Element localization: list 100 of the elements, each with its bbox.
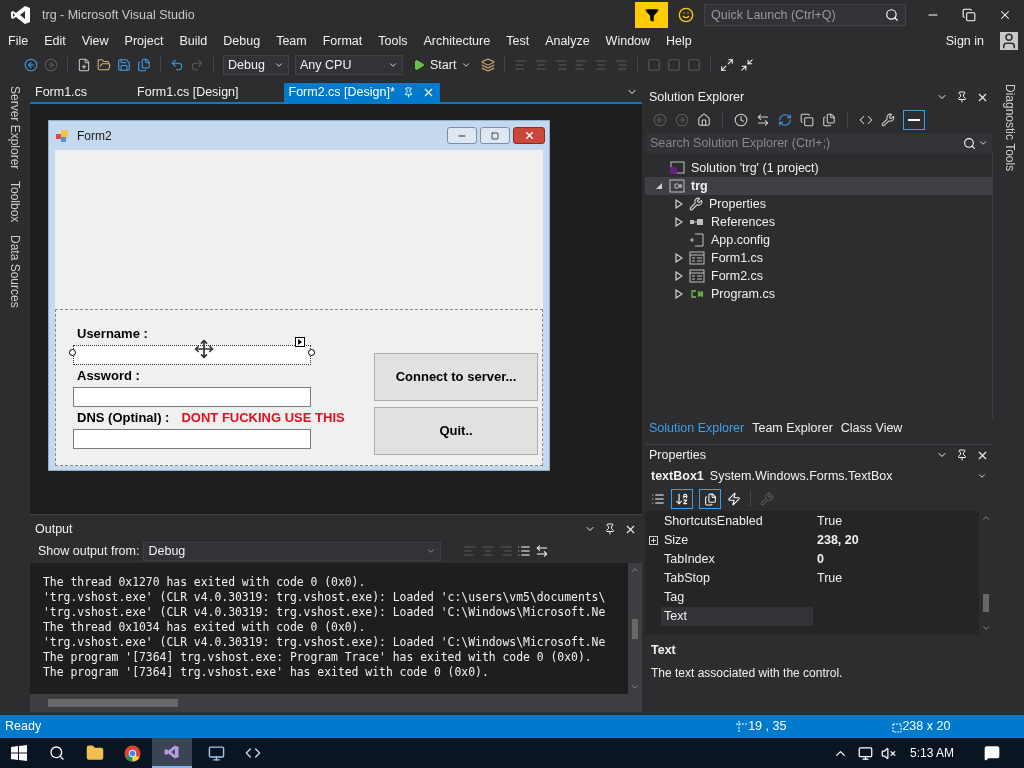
new-file-icon[interactable] <box>77 58 91 72</box>
menu-item[interactable]: File <box>0 31 37 51</box>
side-tab[interactable]: Server Explorer <box>6 86 24 170</box>
side-tab[interactable]: Data Sources <box>6 234 24 308</box>
menu-item[interactable]: Architecture <box>415 31 499 51</box>
browser-icon[interactable] <box>124 744 141 762</box>
open-folder-icon[interactable] <box>97 58 111 72</box>
save-all-icon[interactable] <box>137 58 151 72</box>
home-icon[interactable] <box>697 113 711 127</box>
menu-item[interactable]: Debug <box>215 31 269 51</box>
notification-icon[interactable] <box>984 745 1000 761</box>
categorized-icon[interactable] <box>651 492 665 506</box>
pin-icon[interactable] <box>604 523 616 535</box>
panel-tab[interactable]: Solution Explorer <box>645 419 749 437</box>
menu-item[interactable]: Build <box>171 31 216 51</box>
menu-item[interactable]: Project <box>116 31 172 51</box>
scroll-down-icon[interactable] <box>981 623 991 633</box>
start-button[interactable]: Start <box>409 55 476 75</box>
scrollbar-thumb[interactable] <box>632 618 638 639</box>
side-tab[interactable]: Toolbox <box>6 181 24 223</box>
mute-icon[interactable] <box>880 745 896 761</box>
tree-item[interactable]: Properties <box>645 195 992 213</box>
account-icon[interactable] <box>1000 32 1018 50</box>
refresh-icon[interactable] <box>778 113 792 127</box>
monitor-icon[interactable] <box>208 744 225 762</box>
menu-item[interactable]: Tools <box>370 31 416 51</box>
events-icon[interactable] <box>727 492 741 506</box>
tree-item[interactable]: Form1.cs <box>645 249 992 267</box>
document-tab[interactable]: Form1.cs <box>30 83 93 102</box>
back-icon[interactable] <box>24 58 38 72</box>
menu-item[interactable]: Edit <box>36 31 74 51</box>
properties-view-icon[interactable] <box>699 489 721 509</box>
windows-start-icon[interactable] <box>11 745 27 761</box>
clear-all-icon[interactable] <box>517 544 532 558</box>
tree-item[interactable]: References <box>645 213 992 231</box>
expand-icon[interactable] <box>648 536 658 545</box>
show-all-files-icon[interactable] <box>822 113 836 127</box>
tree-item[interactable]: Program.cs <box>645 285 992 303</box>
document-tab[interactable]: Form2.cs [Design]* <box>283 83 440 102</box>
smart-tag-icon[interactable] <box>295 337 305 347</box>
restore-icon[interactable] <box>962 8 976 22</box>
preview-toggle-icon[interactable] <box>903 110 925 130</box>
sync-icon[interactable] <box>756 113 770 127</box>
scrollbar-thumb[interactable] <box>48 699 178 707</box>
taskbar-app-button[interactable] <box>152 738 192 768</box>
collapse-arrow-icon[interactable] <box>655 181 663 191</box>
smiley-icon[interactable] <box>678 7 694 23</box>
word-wrap-icon[interactable] <box>535 544 550 558</box>
property-row[interactable]: TabStop True <box>645 569 979 588</box>
menu-item[interactable]: Window <box>597 31 659 51</box>
menu-item[interactable]: Test <box>498 31 538 51</box>
folder-icon[interactable] <box>86 744 104 762</box>
text-field[interactable] <box>73 345 311 365</box>
resize-handle[interactable] <box>308 349 315 356</box>
horizontal-scrollbar[interactable] <box>30 694 642 712</box>
menu-item[interactable]: Team <box>268 31 315 51</box>
property-row[interactable]: TabIndex 0 <box>645 550 979 569</box>
wrench-icon[interactable] <box>881 113 895 127</box>
alphabetical-icon[interactable] <box>671 489 693 509</box>
pin-icon[interactable] <box>956 91 968 103</box>
tree-item[interactable]: trg <box>645 177 992 195</box>
tree-item[interactable]: Form2.cs <box>645 267 992 285</box>
property-row[interactable]: Tag <box>645 588 979 607</box>
platform-dropdown[interactable]: Any CPU <box>295 55 403 75</box>
side-tab[interactable]: Diagnostic Tools <box>1000 84 1019 172</box>
scroll-up-icon[interactable] <box>981 513 991 523</box>
save-icon[interactable] <box>117 58 131 72</box>
app-icon[interactable] <box>245 745 261 761</box>
search-field[interactable]: Search Solution Explorer (Ctrl+;) <box>646 133 963 153</box>
vertical-scrollbar[interactable] <box>628 563 642 694</box>
menu-item[interactable]: Format <box>314 31 371 51</box>
document-tab[interactable]: Form1.cs [Design] <box>132 83 244 102</box>
search-options-button[interactable] <box>963 133 992 153</box>
configuration-dropdown[interactable]: Debug <box>223 55 289 75</box>
property-row[interactable]: Size 238, 20 <box>645 531 979 550</box>
pin-icon[interactable] <box>956 449 968 461</box>
menu-item[interactable]: Help <box>658 31 700 51</box>
sign-in-link[interactable]: Sign in <box>945 31 984 51</box>
minimize-button[interactable] <box>447 127 477 144</box>
text-field[interactable] <box>73 387 311 407</box>
resize-handle[interactable] <box>69 349 76 356</box>
clock-text[interactable]: 5:13 AM <box>909 744 954 762</box>
quick-launch-field[interactable]: Quick Launch (Ctrl+Q) <box>704 4 906 26</box>
form-button[interactable]: Quit.. <box>374 407 538 455</box>
tree-item[interactable]: App.config <box>645 231 992 249</box>
scrollbar-thumb[interactable] <box>983 594 989 612</box>
menu-item[interactable]: View <box>73 31 117 51</box>
maximize-button[interactable] <box>480 127 510 144</box>
network-icon[interactable] <box>857 745 873 761</box>
view-code-icon[interactable] <box>859 113 873 127</box>
output-source-dropdown[interactable]: Debug <box>143 541 442 561</box>
close-button[interactable] <box>513 127 545 144</box>
property-row[interactable]: Text <box>645 607 979 626</box>
close-icon[interactable] <box>998 8 1012 22</box>
search-icon[interactable] <box>49 745 65 761</box>
text-field[interactable] <box>73 429 311 449</box>
undo-icon[interactable] <box>170 58 184 72</box>
property-row[interactable]: ShortcutsEnabled True <box>645 512 979 531</box>
tree-item[interactable]: Solution 'trg' (1 project) <box>645 159 992 177</box>
menu-item[interactable]: Analyze <box>537 31 598 51</box>
